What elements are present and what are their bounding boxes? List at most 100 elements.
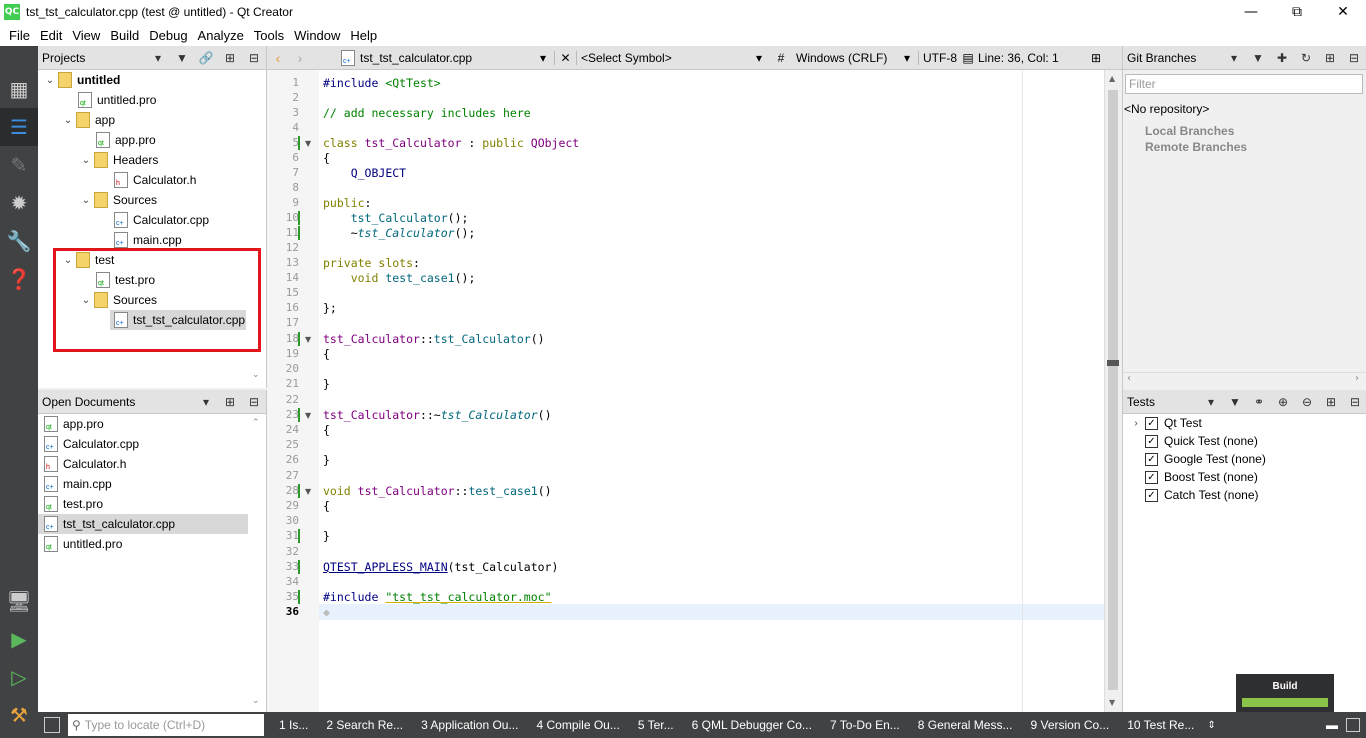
local-branches-item[interactable]: Local Branches xyxy=(1145,124,1234,138)
menu-window[interactable]: Window xyxy=(289,28,345,43)
split-icon[interactable]: ⊞ xyxy=(1318,46,1342,70)
maximize-output-icon[interactable]: ▬ xyxy=(1326,718,1338,732)
help-mode-icon[interactable]: ❓ xyxy=(0,260,38,298)
list-item[interactable]: qt untitled.pro xyxy=(38,534,266,554)
scroll-right-icon[interactable]: › xyxy=(1355,373,1359,384)
checkbox-checked[interactable]: ✓ xyxy=(1145,434,1158,448)
close-pane-icon[interactable]: ⊟ xyxy=(1343,390,1366,414)
chevron-right-icon[interactable]: › xyxy=(1127,418,1145,429)
menu-help[interactable]: Help xyxy=(345,28,382,43)
test-item-qt[interactable]: › ✓ Qt Test xyxy=(1123,414,1366,432)
menu-file[interactable]: File xyxy=(4,28,35,43)
close-pane-icon[interactable]: ⊟ xyxy=(1342,46,1366,70)
tests-dropdown-icon[interactable]: ▾ xyxy=(1199,390,1223,414)
fold-marker-icon[interactable]: ▼ xyxy=(305,411,311,420)
split-icon[interactable]: ⊞ xyxy=(1319,390,1343,414)
tab-general-messages[interactable]: 8 General Mess... xyxy=(909,718,1022,732)
list-item[interactable]: qt test.pro xyxy=(38,494,266,514)
run-icon[interactable]: ▶ xyxy=(0,620,38,658)
link-icon[interactable]: 🔗 xyxy=(194,46,218,70)
collapse-icon[interactable]: ⊖ xyxy=(1295,390,1319,414)
tree-item-app-pro[interactable]: qt app.pro xyxy=(38,130,266,150)
toggle-right-sidebar-icon[interactable] xyxy=(1346,718,1360,732)
test-item-google[interactable]: ✓ Google Test (none) xyxy=(1123,450,1366,468)
tab-application-output[interactable]: 3 Application Ou... xyxy=(412,718,527,732)
run-tests-icon[interactable]: ⚭ xyxy=(1247,390,1271,414)
symbol-selector[interactable]: <Select Symbol> xyxy=(576,50,756,65)
projects-dropdown-icon[interactable]: ▾ xyxy=(146,46,170,70)
tab-qml-debugger[interactable]: 6 QML Debugger Co... xyxy=(683,718,821,732)
editor-scrollbar[interactable]: ▲ ▼ xyxy=(1104,70,1122,712)
tab-test-results[interactable]: 10 Test Re... xyxy=(1118,718,1203,732)
tree-item-sources[interactable]: ⌄ Sources xyxy=(38,190,266,210)
tab-issues[interactable]: 1 Is... xyxy=(270,718,317,732)
filter-icon[interactable]: ▼ xyxy=(170,46,194,70)
chevron-down-icon[interactable]: ⌄ xyxy=(42,75,58,86)
expand-icon[interactable]: ⊕ xyxy=(1271,390,1295,414)
debug-run-icon[interactable]: ▷ xyxy=(0,658,38,696)
tree-item-main-cpp[interactable]: c+ main.cpp xyxy=(38,230,266,250)
test-item-boost[interactable]: ✓ Boost Test (none) xyxy=(1123,468,1366,486)
tree-item-untitled-pro[interactable]: qt untitled.pro xyxy=(38,90,266,110)
menu-analyze[interactable]: Analyze xyxy=(193,28,249,43)
tree-item-app[interactable]: ⌄ app xyxy=(38,110,266,130)
checkbox-checked[interactable]: ✓ xyxy=(1145,488,1158,502)
list-item[interactable]: c+ main.cpp xyxy=(38,474,266,494)
remote-branches-item[interactable]: Remote Branches xyxy=(1145,140,1247,154)
more-tabs-icon[interactable]: ⇕ xyxy=(1207,720,1215,731)
code-area[interactable]: #include <QtTest> // add necessary inclu… xyxy=(319,70,1104,712)
tree-item-calculator-cpp[interactable]: c+ Calculator.cpp xyxy=(38,210,266,230)
scroll-left-icon[interactable]: ‹ xyxy=(1127,373,1131,384)
test-item-quick[interactable]: ✓ Quick Test (none) xyxy=(1123,432,1366,450)
list-item[interactable]: h Calculator.h xyxy=(38,454,266,474)
split-icon[interactable]: ⊞ xyxy=(218,46,242,70)
minimize-icon[interactable]: — xyxy=(1228,0,1274,24)
forward-icon[interactable]: › xyxy=(289,50,311,66)
close-pane-icon[interactable]: ⊟ xyxy=(242,46,266,70)
projects-mode-icon[interactable]: 🔧 xyxy=(0,222,38,260)
tree-item-calculator-h[interactable]: h Calculator.h xyxy=(38,170,266,190)
kit-selector-icon[interactable]: 🖥 xyxy=(0,582,38,620)
checkbox-checked[interactable]: ✓ xyxy=(1145,470,1158,484)
checkbox-checked[interactable]: ✓ xyxy=(1145,416,1158,430)
close-icon[interactable]: ✕ xyxy=(1320,0,1366,24)
menu-debug[interactable]: Debug xyxy=(144,28,192,43)
horizontal-scrollbar[interactable]: ‹ › xyxy=(1123,372,1366,386)
fold-marker-icon[interactable]: ▼ xyxy=(305,335,311,344)
list-item[interactable]: c+ Calculator.cpp xyxy=(38,434,266,454)
line-endings-dropdown-icon[interactable]: ▾ xyxy=(904,51,918,65)
line-endings-selector[interactable]: Windows (CRLF) xyxy=(792,51,904,65)
design-mode-icon[interactable]: ✎ xyxy=(0,146,38,184)
build-progress[interactable]: Build xyxy=(1236,674,1334,712)
fold-marker-icon[interactable]: ▼ xyxy=(305,139,311,148)
chevron-down-icon[interactable]: ⌄ xyxy=(60,115,76,126)
tree-item-headers[interactable]: ⌄ Headers xyxy=(38,150,266,170)
tree-item-untitled[interactable]: ⌄ untitled xyxy=(38,70,266,90)
split-icon[interactable]: ⊞ xyxy=(1084,51,1108,65)
welcome-mode-icon[interactable]: ▦ xyxy=(0,70,38,108)
scroll-down-icon[interactable]: ⌄ xyxy=(252,696,260,706)
scroll-up-icon[interactable]: ▲ xyxy=(1109,74,1115,83)
encoding-label[interactable]: UTF-8 xyxy=(918,50,958,65)
symbol-dropdown-icon[interactable]: ▾ xyxy=(756,51,770,65)
filter-icon[interactable]: ▼ xyxy=(1223,390,1247,414)
back-icon[interactable]: ‹ xyxy=(267,50,289,66)
document-info-icon[interactable]: ▤ xyxy=(958,51,978,65)
menu-view[interactable]: View xyxy=(67,28,105,43)
git-filter-input[interactable]: Filter xyxy=(1125,74,1363,94)
cursor-position[interactable]: Line: 36, Col: 1 xyxy=(978,51,1084,65)
tab-search-results[interactable]: 2 Search Re... xyxy=(317,718,412,732)
add-icon[interactable]: ✚ xyxy=(1270,46,1294,70)
open-docs-dropdown-icon[interactable]: ▾ xyxy=(194,390,218,414)
tab-todo[interactable]: 7 To-Do En... xyxy=(821,718,909,732)
document-selector[interactable]: tst_tst_calculator.cpp xyxy=(360,51,540,65)
filter-icon[interactable]: ▼ xyxy=(1246,46,1270,70)
checkbox-checked[interactable]: ✓ xyxy=(1145,452,1158,466)
document-dropdown-icon[interactable]: ▾ xyxy=(540,51,554,65)
tab-version-control[interactable]: 9 Version Co... xyxy=(1021,718,1118,732)
chevron-down-icon[interactable]: ⌄ xyxy=(78,155,94,166)
menu-edit[interactable]: Edit xyxy=(35,28,67,43)
scroll-up-icon[interactable]: ⌃ xyxy=(252,418,260,428)
close-document-icon[interactable]: ✕ xyxy=(554,50,576,65)
scrollbar-thumb[interactable] xyxy=(1108,90,1118,690)
